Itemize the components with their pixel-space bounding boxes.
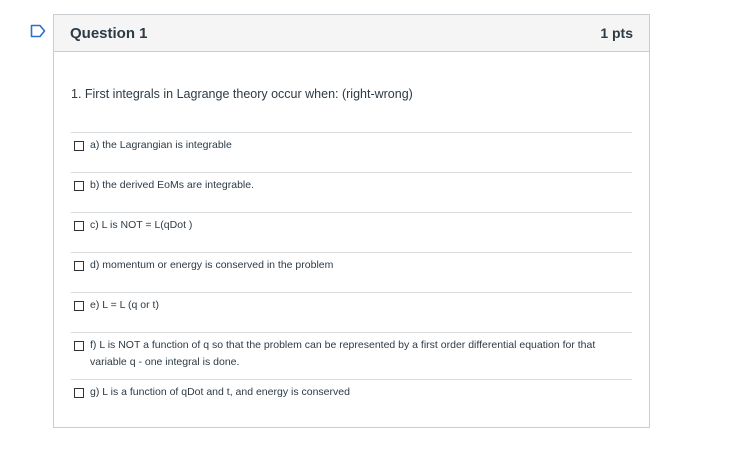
answer-checkbox[interactable] xyxy=(74,341,84,351)
answer-option-e[interactable]: e) L = L (q or t) xyxy=(71,292,632,332)
answer-checkbox[interactable] xyxy=(74,261,84,271)
answer-checkbox[interactable] xyxy=(74,301,84,311)
answer-label: a) the Lagrangian is integrable xyxy=(90,139,232,151)
answer-list: a) the Lagrangian is integrable b) the d… xyxy=(71,132,632,417)
answer-label: e) L = L (q or t) xyxy=(90,299,159,311)
answer-option-c[interactable]: c) L is NOT = L(qDot ) xyxy=(71,212,632,252)
answer-label: d) momentum or energy is conserved in th… xyxy=(90,259,334,271)
answer-option-a[interactable]: a) the Lagrangian is integrable xyxy=(71,132,632,172)
question-points: 1 pts xyxy=(600,25,633,41)
answer-option-d[interactable]: d) momentum or energy is conserved in th… xyxy=(71,252,632,292)
answer-checkbox[interactable] xyxy=(74,141,84,151)
answer-checkbox[interactable] xyxy=(74,221,84,231)
answer-label: g) L is a function of qDot and t, and en… xyxy=(90,386,350,398)
question-body: 1. First integrals in Lagrange theory oc… xyxy=(54,87,649,417)
answer-option-b[interactable]: b) the derived EoMs are integrable. xyxy=(71,172,632,212)
answer-label: f) L is NOT a function of q so that the … xyxy=(90,339,596,368)
question-card: Question 1 1 pts 1. First integrals in L… xyxy=(53,14,650,428)
bookmark-flag-icon[interactable] xyxy=(30,24,46,38)
answer-label: b) the derived EoMs are integrable. xyxy=(90,179,255,191)
answer-option-g[interactable]: g) L is a function of qDot and t, and en… xyxy=(71,379,632,417)
question-text: 1. First integrals in Lagrange theory oc… xyxy=(71,87,413,101)
question-title: Question 1 xyxy=(70,24,148,42)
answer-label: c) L is NOT = L(qDot ) xyxy=(90,219,193,231)
answer-checkbox[interactable] xyxy=(74,181,84,191)
question-header: Question 1 1 pts xyxy=(54,15,649,52)
answer-checkbox[interactable] xyxy=(74,388,84,398)
answer-option-f[interactable]: f) L is NOT a function of q so that the … xyxy=(71,332,632,379)
